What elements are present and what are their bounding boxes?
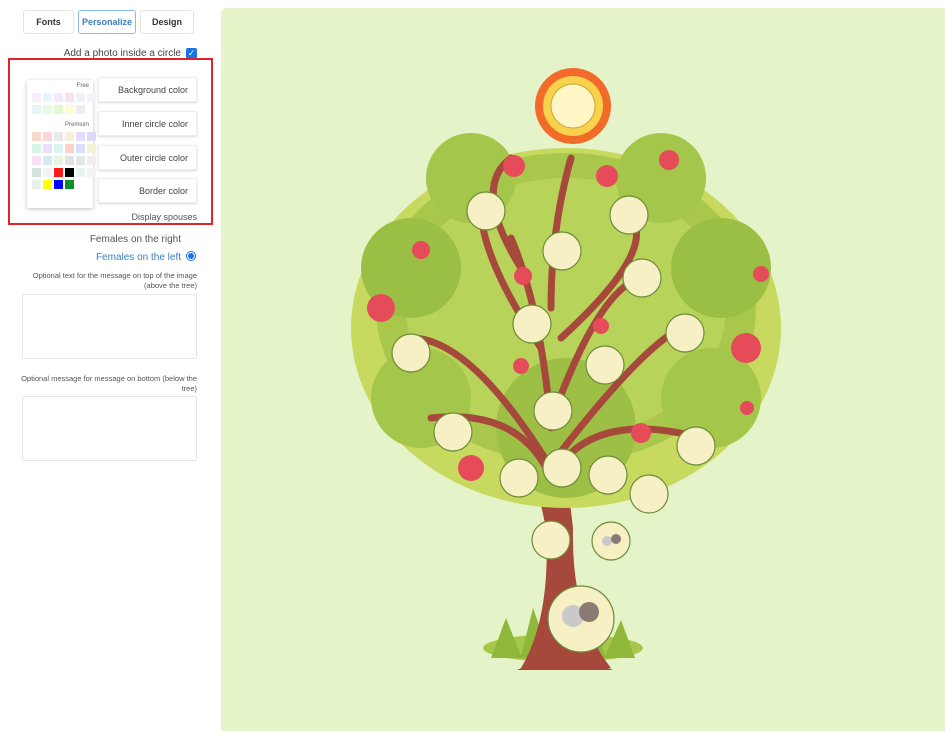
tab-personalize[interactable]: Personalize [78,10,136,34]
bottom-message-input[interactable] [22,396,197,461]
sun-icon [535,68,611,144]
females-left-radio[interactable] [186,251,196,261]
females-right-option[interactable]: Females on the right [90,234,181,245]
top-message-input[interactable] [22,294,197,359]
family-tree-image [351,68,781,670]
display-spouses-label: Display spouses [131,212,197,222]
tab-design[interactable]: Design [140,10,194,34]
highlight-box [8,58,213,225]
top-message-hint: Optional text for the message on top of … [32,271,197,290]
females-left-option[interactable]: Females on the left [96,252,181,263]
tab-fonts[interactable]: Fonts [23,10,74,34]
bottom-message-hint: Optional message for message on bottom (… [21,374,197,393]
tab-bar: Fonts Personalize Design [23,10,194,34]
tree-preview-canvas [221,8,945,731]
